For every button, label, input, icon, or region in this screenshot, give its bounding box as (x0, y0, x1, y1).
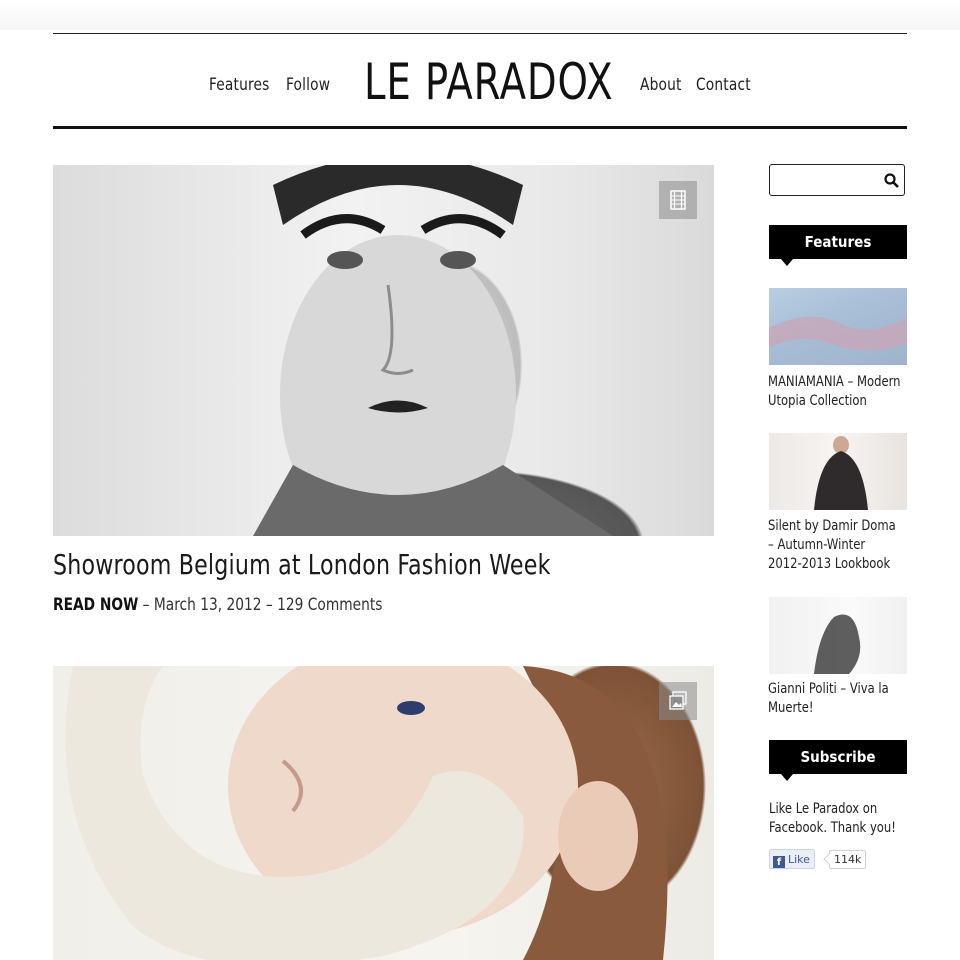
post-title[interactable]: Showroom Belgium at London Fashion Week (53, 548, 551, 582)
header-top-rule (53, 33, 907, 34)
subscribe-heading: Subscribe (769, 740, 907, 781)
feature-thumbnail[interactable] (769, 288, 907, 365)
feature-thumbnail[interactable] (769, 433, 907, 510)
nav-follow[interactable]: Follow (286, 75, 330, 95)
nav-about[interactable]: About (640, 75, 682, 95)
facebook-icon: f (773, 856, 785, 868)
post-date: March 13, 2012 (153, 595, 262, 615)
portrait-illustration (65, 666, 668, 960)
gallery-badge (659, 682, 697, 720)
post-image[interactable] (53, 165, 714, 536)
post-meta: READ NOW – March 13, 2012 – 129 Comments (53, 594, 382, 616)
header-bottom-rule (53, 126, 907, 129)
nav-features[interactable]: Features (209, 75, 270, 95)
features-heading: Features (769, 225, 907, 266)
post-comments-link[interactable]: 129 Comments (277, 595, 382, 615)
facebook-like-button[interactable]: f Like (769, 849, 815, 869)
thumbnail-illustration (814, 614, 861, 674)
nav-contact[interactable]: Contact (696, 75, 751, 95)
top-strip (0, 0, 960, 30)
search-input[interactable] (776, 170, 884, 192)
film-icon (670, 190, 686, 210)
search-box (769, 164, 905, 196)
feature-thumbnail[interactable] (769, 597, 907, 674)
subscribe-text: Like Le Paradox on Facebook. Thank you! (769, 801, 896, 836)
meta-separator: – (265, 595, 278, 615)
portrait-illustration (253, 165, 613, 536)
facebook-like-count: 114k (829, 850, 867, 869)
post-image[interactable] (53, 666, 714, 960)
thumbnail-illustration (814, 436, 868, 510)
search-icon[interactable] (884, 173, 899, 188)
feature-title[interactable]: Silent by Damir Doma – Autumn-Winter 201… (768, 517, 901, 574)
site-logo[interactable]: LE PARADOX (364, 52, 613, 112)
feature-title[interactable]: Gianni Politi – Viva la Muerte! (768, 680, 901, 718)
meta-separator: – (142, 595, 154, 615)
facebook-like-label: Like (788, 853, 810, 866)
gallery-icon (669, 691, 687, 710)
feature-title[interactable]: MANIAMANIA – Modern Utopia Collection (768, 373, 901, 411)
read-now-link[interactable]: READ NOW (53, 595, 138, 615)
video-badge (659, 181, 697, 219)
thumbnail-illustration (769, 316, 907, 351)
